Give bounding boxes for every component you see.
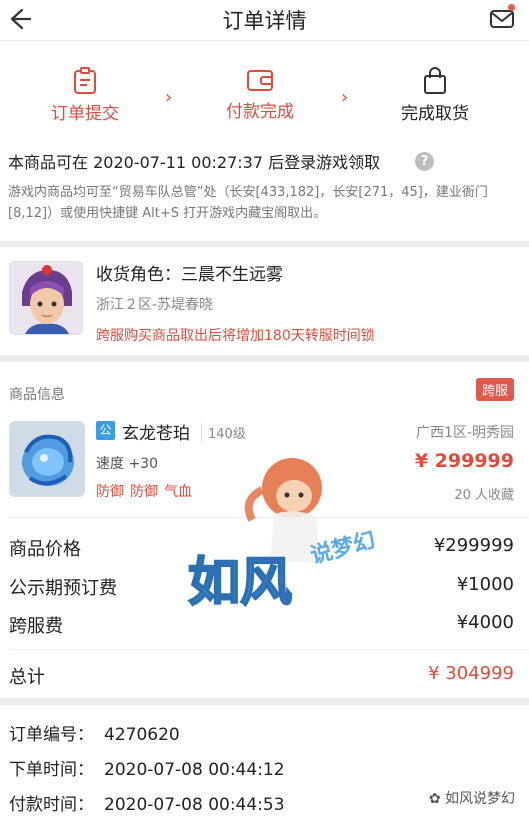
divider	[9, 517, 529, 518]
cost-label: 商品价格	[9, 539, 81, 560]
cost-value: ¥1000	[456, 574, 514, 595]
goods-section-label: 商品信息	[9, 387, 65, 403]
item-speed: 速度 +30	[96, 456, 158, 472]
clipboard-icon	[74, 67, 96, 94]
item-attributes: 防御 防御 气血	[96, 481, 198, 501]
divider	[9, 649, 529, 650]
notification-dot	[508, 4, 515, 11]
chevron-right-icon: ›	[341, 87, 349, 108]
goods-section: 商品信息 跨服 公 玄龙苍珀 140级 速度 +30 防御 防御 气血 广西1区-明…	[0, 362, 529, 698]
cost-row-preorder: 公示期预订费 ¥1000	[9, 574, 514, 600]
wechat-icon: ✿	[428, 791, 445, 807]
step-pickup-done: 完成取货	[380, 67, 490, 124]
item-favorites: 20 人收藏	[454, 488, 514, 503]
receiver-server: 浙江２区-苏堤春晓	[96, 297, 214, 313]
step-payment-done: 付款完成	[205, 67, 315, 122]
order-progress-section: 订单提交 › 付款完成 › 完成取货 本商品可在 2020-07-11 00:2…	[0, 41, 529, 241]
step-label: 完成取货	[401, 104, 469, 124]
cost-label: 公示期预订费	[9, 578, 117, 599]
receiver-section: 收货角色：三晨不生远雾 浙江２区-苏堤春晓 跨服购买商品取出后将增加180天转服…	[0, 247, 529, 355]
order-created-row: 下单时间： 2020-07-08 00:44:12	[9, 755, 285, 780]
top-bar: 订单详情	[0, 0, 529, 40]
item-server: 广西1区-明秀园	[416, 425, 514, 441]
chevron-right-icon: ›	[165, 87, 173, 108]
order-number-label: 订单编号：	[9, 725, 94, 745]
character-avatar	[9, 261, 83, 335]
cost-row-total: 总计 ¥ 304999	[9, 663, 514, 689]
cross-server-badge: 跨服	[475, 378, 514, 401]
help-icon[interactable]: ?	[415, 152, 434, 171]
receiver-role: 收货角色：三晨不生远雾	[96, 265, 283, 285]
item-level: 140级	[201, 423, 246, 442]
item-name: 玄龙苍珀	[122, 424, 190, 444]
item-attribute: 防御	[130, 484, 158, 500]
total-label: 总计	[9, 667, 45, 688]
cross-server-warning: 跨服购买商品取出后将增加180天转服时间锁	[96, 328, 375, 344]
order-paid-value: 2020-07-08 00:44:53	[104, 795, 285, 815]
shopping-bag-icon	[424, 67, 446, 94]
item-image[interactable]	[9, 421, 85, 497]
wallet-icon	[247, 70, 273, 91]
public-tag: 公	[96, 421, 115, 440]
pickup-time-text: 本商品可在 2020-07-11 00:27:37 后登录游戏领取	[8, 153, 381, 172]
step-order-submitted: 订单提交	[30, 67, 140, 124]
step-label: 订单提交	[51, 104, 119, 124]
order-created-label: 下单时间：	[9, 760, 94, 780]
item-price: ¥ 299999	[414, 450, 514, 472]
item-attribute: 防御	[96, 484, 124, 500]
item-attribute: 气血	[164, 484, 192, 500]
order-number-value: 4270620	[104, 725, 180, 745]
cost-value: ¥4000	[456, 612, 514, 633]
order-paid-row: 付款时间： 2020-07-08 00:44:53	[9, 790, 285, 815]
cost-row-cross: 跨服费 ¥4000	[9, 612, 514, 638]
order-number-row: 订单编号： 4270620	[9, 720, 180, 745]
cost-row-price: 商品价格 ¥299999	[9, 535, 514, 561]
pickup-description: 游戏内商品均可至“贸易车队总管”处（长安[433,182]，长安[271，45]…	[8, 185, 488, 221]
total-value: ¥ 304999	[428, 663, 514, 684]
order-paid-label: 付款时间：	[9, 795, 94, 815]
wechat-watermark: ✿ 如风说梦幻	[429, 788, 515, 808]
cost-label: 跨服费	[9, 616, 63, 637]
wechat-account-name: 如风说梦幻	[445, 791, 515, 807]
step-label: 付款完成	[226, 102, 294, 122]
cost-value: ¥299999	[433, 535, 514, 556]
page-title: 订单详情	[222, 9, 307, 33]
order-created-value: 2020-07-08 00:44:12	[104, 760, 285, 780]
